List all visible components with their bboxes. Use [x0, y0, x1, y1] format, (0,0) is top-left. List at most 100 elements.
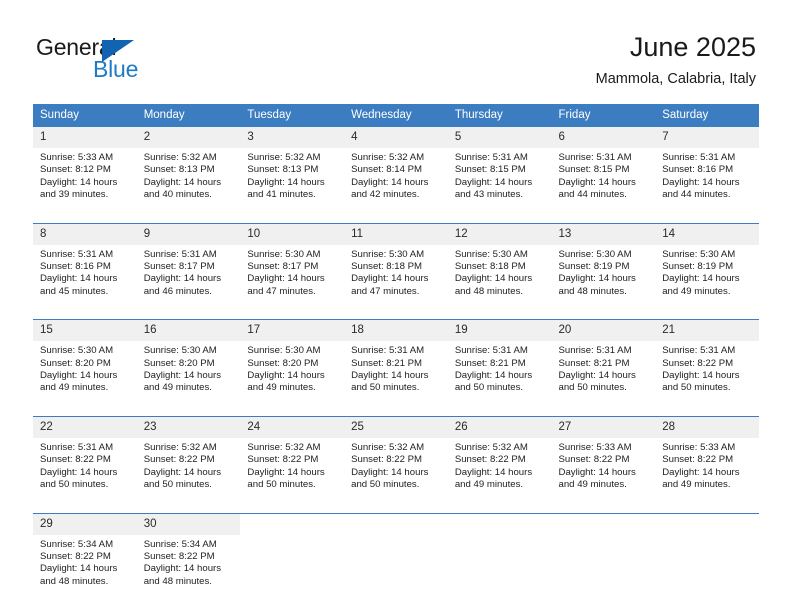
calendar-day-cell[interactable]: 1 Sunrise: 5:33 AM Sunset: 8:12 PM Daylight… [33, 125, 137, 209]
week-spacer [33, 208, 759, 224]
day-number [655, 513, 759, 535]
day-sun-info: Sunrise: 5:30 AM Sunset: 8:18 PM Daylight:… [448, 245, 552, 306]
calendar-day-cell[interactable]: 24 Sunrise: 5:32 AM Sunset: 8:22 PM Dayligh… [240, 415, 345, 499]
sunrise-text: Sunrise: 5:31 AM [454, 152, 528, 163]
week-spacer-cell [447, 401, 552, 417]
day-number: 29 [33, 513, 137, 535]
day-number: 16 [136, 320, 241, 342]
week-spacer-cell [136, 498, 241, 513]
daylight-text-line1: Daylight: 14 hours [351, 273, 429, 285]
calendar-day-cell[interactable]: 3 Sunrise: 5:32 AM Sunset: 8:13 PM Daylight… [240, 125, 345, 209]
day-number: 20 [551, 320, 656, 342]
sunrise-text: Sunrise: 5:30 AM [558, 248, 632, 260]
calendar-day-cell[interactable]: 5 Sunrise: 5:31 AM Sunset: 8:15 PM Daylight… [447, 125, 552, 209]
calendar-day-cell[interactable]: 10 Sunrise: 5:30 AM Sunset: 8:17 PM Dayligh… [240, 222, 345, 306]
calendar-day-cell[interactable]: 12 Sunrise: 5:30 AM Sunset: 8:18 PM Dayligh… [447, 222, 552, 306]
sunset-text: Sunset: 8:22 PM [662, 357, 734, 369]
week-spacer-cell [136, 305, 241, 320]
calendar-day-cell[interactable]: 28 Sunrise: 5:33 AM Sunset: 8:22 PM Dayligh… [655, 415, 759, 499]
daylight-text-line2: and 49 minutes. [662, 285, 731, 297]
daylight-text-line2: and 43 minutes. [454, 189, 524, 201]
day-number: 9 [136, 223, 241, 245]
calendar-day-cell[interactable]: 4 Sunrise: 5:32 AM Sunset: 8:14 PM Daylight… [344, 125, 448, 209]
calendar-day-cell[interactable]: 16 Sunrise: 5:30 AM Sunset: 8:20 PM Dayligh… [136, 319, 241, 402]
calendar-day-cell[interactable]: 19 Sunrise: 5:31 AM Sunset: 8:21 PM Dayligh… [447, 319, 552, 402]
daylight-text-line1: Daylight: 14 hours [454, 466, 533, 478]
title-block: June 2025 Mammola, Calabria, Italy [596, 30, 756, 90]
calendar-day-cell[interactable]: 14 Sunrise: 5:30 AM Sunset: 8:19 PM Dayligh… [655, 222, 759, 306]
sunset-text: Sunset: 8:21 PM [558, 357, 630, 369]
daylight-text-line2: and 45 minutes. [40, 285, 109, 297]
calendar-week-row: 1 Sunrise: 5:33 AM Sunset: 8:12 PM Daylight… [33, 125, 759, 209]
daylight-text-line1: Daylight: 14 hours [247, 466, 325, 478]
calendar-day-cell[interactable]: 18 Sunrise: 5:31 AM Sunset: 8:21 PM Dayligh… [344, 319, 448, 402]
sunset-text: Sunset: 8:22 PM [143, 454, 215, 466]
day-number: 21 [655, 320, 759, 342]
sunset-text: Sunset: 8:12 PM [40, 164, 111, 176]
day-sun-info: Sunrise: 5:31 AM Sunset: 8:15 PM Daylight:… [552, 148, 656, 209]
day-sun-info: Sunrise: 5:31 AM Sunset: 8:16 PM Daylight:… [33, 245, 137, 306]
day-sun-info: Sunrise: 5:30 AM Sunset: 8:20 PM Daylight:… [240, 341, 344, 402]
daylight-text-line1: Daylight: 14 hours [558, 176, 636, 188]
daylight-text-line1: Daylight: 14 hours [454, 176, 533, 188]
daylight-text-line2: and 50 minutes. [247, 479, 316, 491]
day-number [447, 513, 552, 535]
calendar-day-cell[interactable]: 22 Sunrise: 5:31 AM Sunset: 8:22 PM Dayligh… [33, 415, 137, 499]
day-sun-info: Sunrise: 5:32 AM Sunset: 8:13 PM Daylight:… [240, 148, 344, 209]
calendar-day-cell[interactable]: 21 Sunrise: 5:31 AM Sunset: 8:22 PM Dayligh… [655, 319, 759, 402]
daylight-text-line1: Daylight: 14 hours [40, 563, 118, 575]
calendar-empty-cell [551, 512, 656, 596]
sunset-text: Sunset: 8:21 PM [351, 357, 423, 369]
calendar-day-cell[interactable]: 26 Sunrise: 5:32 AM Sunset: 8:22 PM Dayligh… [447, 415, 552, 499]
calendar-table: Sunday Monday Tuesday Wednesday Thursday… [33, 104, 759, 596]
sunset-text: Sunset: 8:16 PM [662, 164, 734, 176]
calendar-day-cell[interactable]: 30 Sunrise: 5:34 AM Sunset: 8:22 PM Dayligh… [136, 512, 241, 596]
week-spacer-cell [33, 401, 137, 417]
week-spacer-cell [344, 498, 448, 513]
calendar-day-cell[interactable]: 2 Sunrise: 5:32 AM Sunset: 8:13 PM Daylight… [136, 125, 241, 209]
calendar-day-cell[interactable]: 13 Sunrise: 5:30 AM Sunset: 8:19 PM Dayligh… [551, 222, 656, 306]
calendar-day-cell[interactable]: 7 Sunrise: 5:31 AM Sunset: 8:16 PM Daylight… [655, 125, 759, 209]
day-number [240, 513, 345, 535]
sunrise-text: Sunrise: 5:31 AM [40, 248, 114, 260]
calendar-day-cell[interactable]: 17 Sunrise: 5:30 AM Sunset: 8:20 PM Dayligh… [240, 319, 345, 402]
day-number: 19 [447, 320, 552, 342]
sunrise-text: Sunrise: 5:34 AM [40, 538, 114, 550]
week-spacer-cell [551, 208, 656, 224]
sunset-text: Sunset: 8:17 PM [247, 261, 319, 273]
calendar-day-cell[interactable]: 8 Sunrise: 5:31 AM Sunset: 8:16 PM Daylight… [33, 222, 137, 306]
calendar-day-cell[interactable]: 25 Sunrise: 5:32 AM Sunset: 8:22 PM Dayligh… [344, 415, 448, 499]
day-sun-info: Sunrise: 5:31 AM Sunset: 8:16 PM Daylight:… [655, 148, 759, 209]
daylight-text-line1: Daylight: 14 hours [143, 176, 222, 188]
week-spacer [33, 305, 759, 320]
day-number: 12 [447, 223, 552, 245]
calendar-week-row: 15 Sunrise: 5:30 AM Sunset: 8:20 PM Dayligh… [33, 319, 759, 402]
calendar-day-cell[interactable]: 20 Sunrise: 5:31 AM Sunset: 8:21 PM Dayligh… [551, 319, 656, 402]
calendar-day-cell[interactable]: 9 Sunrise: 5:31 AM Sunset: 8:17 PM Daylight… [136, 222, 241, 306]
calendar-day-cell[interactable]: 23 Sunrise: 5:32 AM Sunset: 8:22 PM Dayligh… [136, 415, 241, 499]
daylight-text-line2: and 49 minutes. [247, 382, 316, 394]
day-sun-info: Sunrise: 5:34 AM Sunset: 8:22 PM Daylight:… [33, 535, 137, 596]
daylight-text-line1: Daylight: 14 hours [662, 176, 740, 188]
calendar-day-cell[interactable]: 29 Sunrise: 5:34 AM Sunset: 8:22 PM Dayligh… [33, 512, 137, 596]
day-sun-info: Sunrise: 5:31 AM Sunset: 8:22 PM Daylight:… [655, 341, 759, 402]
daylight-text-line1: Daylight: 14 hours [40, 370, 118, 382]
day-number: 13 [551, 223, 656, 245]
day-sun-info: Sunrise: 5:32 AM Sunset: 8:13 PM Daylight:… [137, 148, 241, 209]
week-spacer-cell [240, 498, 345, 513]
sunrise-text: Sunrise: 5:31 AM [143, 248, 217, 260]
day-sun-info: Sunrise: 5:30 AM Sunset: 8:17 PM Daylight:… [240, 245, 344, 306]
sunset-text: Sunset: 8:18 PM [351, 261, 423, 273]
week-spacer-cell [33, 498, 137, 513]
calendar-day-cell[interactable]: 15 Sunrise: 5:30 AM Sunset: 8:20 PM Dayligh… [33, 319, 137, 402]
calendar-day-cell[interactable]: 11 Sunrise: 5:30 AM Sunset: 8:18 PM Dayligh… [344, 222, 448, 306]
day-number: 8 [33, 223, 137, 245]
calendar-day-cell[interactable]: 27 Sunrise: 5:33 AM Sunset: 8:22 PM Dayligh… [551, 415, 656, 499]
calendar-empty-cell [655, 512, 759, 596]
sunrise-text: Sunrise: 5:32 AM [143, 441, 217, 453]
day-number: 6 [551, 127, 656, 148]
general-blue-logo[interactable]: General Blue [36, 34, 216, 84]
week-spacer-cell [655, 401, 759, 417]
day-number: 23 [136, 416, 241, 438]
calendar-day-cell[interactable]: 6 Sunrise: 5:31 AM Sunset: 8:15 PM Daylight… [551, 125, 656, 209]
